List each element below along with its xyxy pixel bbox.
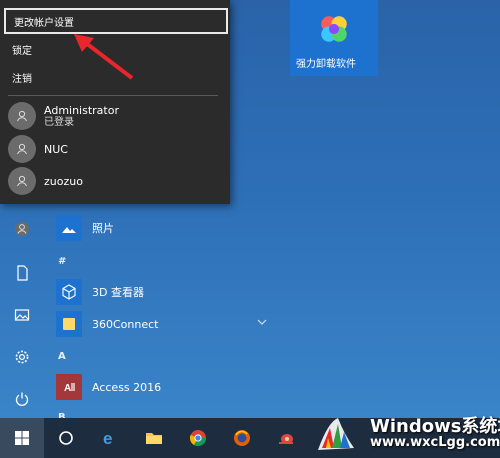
account-name: Administrator [44, 103, 119, 117]
watermark: Windows系统城 www.wxcLgg.com [300, 400, 500, 458]
user-icon [17, 175, 27, 187]
app-name: 照片 [92, 222, 114, 235]
section-header-hash[interactable]: # [58, 256, 66, 267]
menu-item-label: 注销 [12, 73, 32, 85]
avatar [8, 167, 36, 195]
account-status: 已登录 [44, 116, 74, 128]
user-icon [17, 110, 27, 122]
chrome-button[interactable] [176, 418, 220, 458]
uninstaller-logo-icon [321, 16, 347, 42]
chevron-down-icon[interactable] [256, 317, 268, 327]
account-nuc[interactable]: NUC [8, 133, 218, 165]
account-name: zuozuo [44, 174, 83, 188]
power-icon [15, 392, 29, 406]
settings-button[interactable] [0, 337, 44, 377]
list-item-360connect[interactable]: 360Connect [56, 307, 158, 341]
app-name: 3D 查看器 [92, 286, 144, 299]
document-icon [17, 265, 28, 281]
start-button[interactable] [0, 418, 44, 458]
3d-viewer-app-icon [56, 279, 82, 305]
account-administrator[interactable]: Administrator 已登录 [8, 100, 218, 132]
cortana-icon [59, 431, 73, 445]
snail-app-icon [279, 434, 293, 444]
photos-app-icon [56, 215, 82, 241]
user-icon [17, 143, 27, 155]
access-app-icon: A [56, 374, 82, 400]
svg-text:e: e [103, 429, 112, 447]
chrome-icon [189, 430, 207, 447]
documents-button[interactable] [0, 253, 44, 293]
gear-icon [15, 350, 29, 364]
annotation-arrow-icon [74, 34, 134, 80]
edge-icon: e [103, 429, 112, 447]
tile-uninstaller[interactable]: 强力卸载软件 [290, 0, 378, 76]
tile-uninstaller-label: 强力卸载软件 [296, 59, 356, 70]
folder-app-icon [56, 311, 82, 337]
svg-text:A: A [64, 383, 71, 394]
cortana-button[interactable] [44, 418, 88, 458]
windows-logo-icon [15, 431, 29, 445]
menu-item-label: 锁定 [12, 45, 32, 57]
edge-button[interactable]: e [88, 418, 132, 458]
app-name: 360Connect [92, 317, 159, 331]
section-header-a[interactable]: A [58, 351, 66, 362]
user-button[interactable] [0, 209, 44, 249]
app-name: Access 2016 [92, 380, 162, 394]
watermark-url: www.wxcLgg.com [370, 435, 500, 450]
app-list: 照片 # 3D 查看器 360Connect A A Access 2016 B [44, 205, 284, 423]
picture-icon [14, 309, 30, 321]
avatar [8, 102, 36, 130]
list-item-photos[interactable]: 照片 [56, 211, 114, 245]
left-rail [0, 205, 44, 418]
account-zuozuo[interactable]: zuozuo [8, 165, 218, 197]
file-explorer-button[interactable] [132, 418, 176, 458]
power-button[interactable] [0, 379, 44, 419]
windows-flag-logo-icon [318, 418, 354, 450]
pictures-button[interactable] [0, 295, 44, 335]
divider [8, 95, 218, 96]
avatar [8, 135, 36, 163]
list-item-3d-viewer[interactable]: 3D 查看器 [56, 275, 144, 309]
user-avatar-icon [15, 222, 29, 236]
list-item-access[interactable]: A Access 2016 [56, 370, 161, 404]
account-name: NUC [44, 142, 68, 156]
firefox-button[interactable] [220, 418, 264, 458]
firefox-icon [234, 430, 250, 446]
folder-icon [146, 433, 162, 444]
